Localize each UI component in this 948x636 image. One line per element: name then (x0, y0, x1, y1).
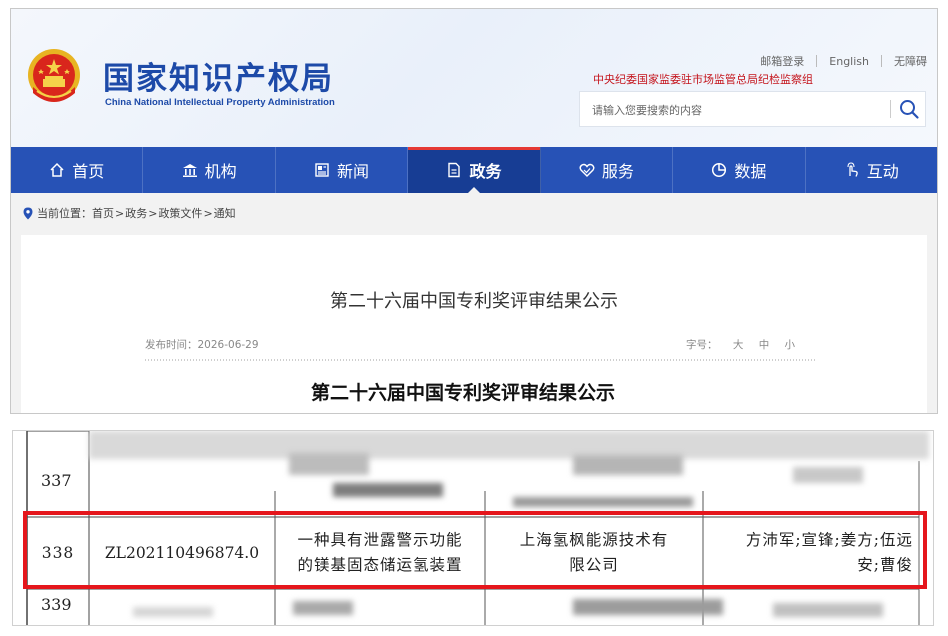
row-index: 338 (41, 543, 75, 562)
patentee-company: 上海氢枫能源技术有 限公司 (485, 517, 703, 589)
row-index-337: 337 (41, 471, 72, 490)
nav-label: 数据 (734, 162, 767, 181)
service-icon (579, 163, 595, 177)
inventors-line: 方沛军;宣锋;姜方;伍远 (745, 531, 913, 549)
divider (881, 55, 882, 67)
mailbox-login-link[interactable]: 邮箱登录 (760, 53, 804, 69)
site-logo-english[interactable]: China National Intellectual Property Adm… (105, 97, 335, 108)
nav-home[interactable]: 首页 (11, 147, 144, 193)
nav-label: 互动 (866, 162, 899, 181)
font-size-label: 字号： (686, 339, 718, 351)
interaction-icon (847, 162, 858, 177)
article-body-heading: 第二十六届中国专利奖评审结果公示 (310, 382, 615, 404)
utility-links: 邮箱登录 English 无障碍 (760, 53, 927, 69)
dotted-divider (145, 359, 815, 361)
font-size-small[interactable]: 小 (785, 339, 796, 351)
inventors-line: 安;曹俊 (857, 556, 913, 574)
nav-news[interactable]: 新闻 (276, 147, 409, 193)
table-row-highlighted: 338 ZL202110496874.0 一种具有泄露警示功能 的镁基固态储运氢… (27, 517, 923, 589)
document-icon (448, 162, 461, 178)
nav-interaction[interactable]: 互动 (806, 147, 937, 193)
nav-label: 首页 (72, 162, 105, 181)
search-icon[interactable] (898, 98, 920, 120)
result-table-screenshot: 337 339 338 ZL202110496874.0 一种具有泄露警示功能 … (12, 430, 934, 626)
institution-icon (182, 164, 197, 177)
nav-label: 新闻 (337, 162, 370, 181)
main-nav: 首页 机构 新闻 政务 服务 数据 互动 (11, 147, 937, 193)
font-size-selector: 字号： 大 中 小 (686, 337, 795, 352)
patent-title: 一种具有泄露警示功能 的镁基固态储运氢装置 (275, 517, 485, 589)
redacted-block (773, 603, 883, 617)
location-pin-icon (23, 207, 33, 219)
patent-title-line: 的镁基固态储运氢装置 (297, 556, 463, 574)
patent-number: ZL202110496874.0 (104, 543, 260, 562)
redacted-block (573, 599, 723, 615)
accessibility-link[interactable]: 无障碍 (894, 53, 927, 69)
news-icon (315, 163, 329, 177)
national-emblem-icon (28, 49, 80, 102)
home-icon (50, 162, 64, 177)
breadcrumb-prefix: 当前位置： (37, 207, 92, 220)
company-line: 限公司 (569, 556, 619, 574)
font-size-medium[interactable]: 中 (759, 339, 770, 351)
chart-icon (712, 162, 727, 178)
nav-label: 机构 (204, 162, 237, 181)
site-logo-chinese[interactable]: 国家知识产权局 (103, 53, 334, 98)
inventors: 方沛军;宣锋;姜方;伍远 安;曹俊 (703, 517, 919, 589)
breadcrumb-government-affairs[interactable]: 政务 (125, 205, 147, 221)
divider (816, 55, 818, 67)
company-line: 上海氢枫能源技术有 (519, 531, 669, 549)
redacted-block (513, 497, 693, 507)
redacted-block (793, 467, 863, 483)
search-box (579, 91, 926, 128)
breadcrumb-policy-documents[interactable]: 政策文件 (158, 205, 202, 221)
redacted-block (573, 455, 683, 475)
breadcrumb: 当前位置： 首页 > 政务 > 政策文件 > 通知 (23, 205, 236, 221)
redacted-block (289, 453, 369, 475)
redacted-block (89, 431, 929, 459)
redacted-block (293, 601, 353, 615)
patent-title-line: 一种具有泄露警示功能 (297, 531, 463, 549)
font-size-large[interactable]: 大 (733, 339, 744, 351)
redacted-block (333, 483, 443, 497)
site-header: 国家知识产权局 China National Intellectual Prop… (11, 9, 937, 147)
breadcrumb-home[interactable]: 首页 (92, 205, 114, 221)
nav-institution[interactable]: 机构 (143, 147, 276, 193)
nav-data[interactable]: 数据 (673, 147, 806, 193)
row-index-339: 339 (41, 595, 72, 614)
discipline-notice-link[interactable]: 中央纪委国家监委驻市场监管总局纪检监察组 (593, 71, 813, 87)
breadcrumb-separator: > (203, 206, 213, 220)
breadcrumb-separator: > (148, 206, 158, 220)
redacted-block (133, 607, 213, 617)
nav-label: 政务 (469, 162, 502, 181)
breadcrumb-notice[interactable]: 通知 (214, 205, 236, 221)
search-divider (890, 100, 891, 118)
article-title: 第二十六届中国专利奖评审结果公示 (330, 291, 618, 312)
breadcrumb-separator: > (115, 206, 125, 220)
publish-date: 发布时间：2026-06-29 (145, 339, 259, 351)
nav-government-affairs[interactable]: 政务 (408, 147, 541, 193)
nav-service[interactable]: 服务 (541, 147, 674, 193)
nav-label: 服务 (601, 162, 634, 181)
english-link[interactable]: English (829, 55, 869, 68)
search-input[interactable] (580, 92, 894, 128)
website-screenshot: 国家知识产权局 China National Intellectual Prop… (10, 8, 938, 414)
